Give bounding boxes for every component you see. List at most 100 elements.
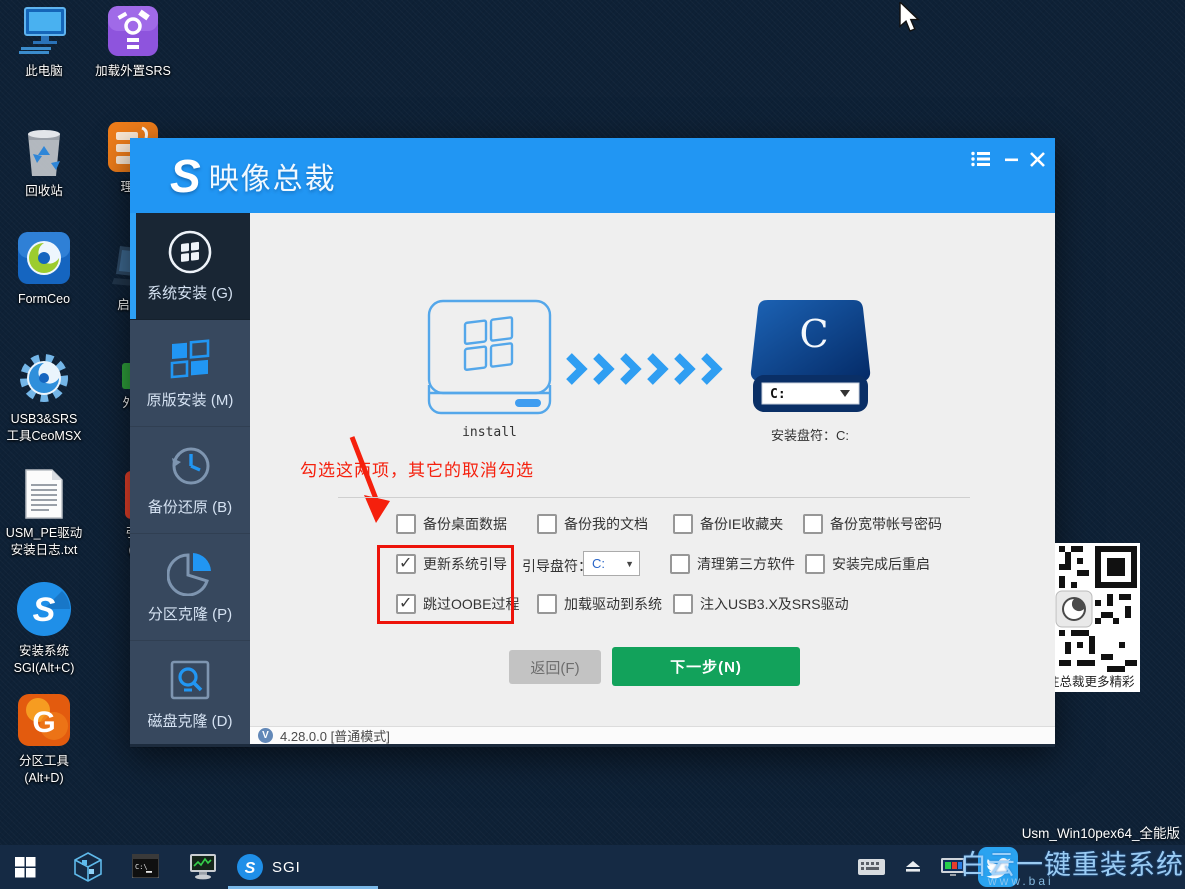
checkbox-box[interactable]: [537, 594, 557, 614]
desktop-icon-usm-log[interactable]: USM_PE驱动 安装日志.txt: [0, 468, 88, 559]
taskbar-monitor-app-icon[interactable]: [188, 852, 218, 880]
target-drive-icon: C C:: [748, 299, 873, 415]
checkbox-box[interactable]: [396, 514, 416, 534]
mouse-cursor: [898, 2, 922, 34]
desktop-icon-formceo[interactable]: FormCeo: [0, 230, 88, 308]
taskbar-sgi-task[interactable]: S SGI: [236, 850, 356, 884]
menu-icon[interactable]: [970, 148, 992, 170]
sidebar-item-label: 系统安装 (G): [130, 282, 250, 303]
gear-tool-icon: [15, 350, 73, 406]
checkbox-reboot-after[interactable]: 安装完成后重启: [805, 554, 930, 574]
app-title: 映像总裁: [209, 154, 337, 198]
target-caption: 安装盘符：C:: [730, 425, 890, 444]
checkbox-label: 清理第三方软件: [697, 554, 795, 574]
desktop-icon-this-pc[interactable]: 此电脑: [0, 6, 88, 80]
checkbox-clean-thirdparty[interactable]: 清理第三方软件: [670, 554, 795, 574]
back-button[interactable]: 返回(F): [509, 650, 601, 684]
next-button[interactable]: 下一步(N): [612, 647, 800, 686]
sgi-circle-icon: S: [15, 580, 73, 638]
checkbox-label: 注入USB3.X及SRS驱动: [700, 594, 849, 614]
keyboard-tray-icon[interactable]: [856, 858, 886, 876]
desktop-icon-label: FormCeo: [0, 291, 88, 308]
desktop-icon-label: (Alt+D): [0, 770, 88, 787]
sidebar-item-label: 原版安装 (M): [130, 389, 250, 410]
desktop-icon-label: 加载外置SRS: [89, 63, 177, 80]
annotation-arrow-icon: [338, 435, 400, 535]
checkbox-label: 备份宽带帐号密码: [830, 514, 942, 534]
desktop-icon-usb3-srs[interactable]: USB3&SRS 工具CeoMSX: [0, 350, 88, 445]
checkbox-box[interactable]: [670, 554, 690, 574]
checkbox-backup-documents[interactable]: 备份我的文档: [537, 514, 648, 534]
formceo-icon: [16, 230, 72, 286]
status-bar: V 4.28.0.0 [普通模式]: [250, 726, 1055, 744]
window-bottom-edge: [130, 744, 1055, 747]
desktop-icon-label: 安装日志.txt: [0, 542, 88, 559]
arrow-chevrons-icon: [565, 353, 730, 385]
svg-text:C:\: C:\: [135, 863, 148, 871]
desktop-icon-recycle-bin[interactable]: 回收站: [0, 126, 88, 200]
qr-caption: 注总裁更多精彩: [1055, 671, 1135, 690]
taskbar-cube-app-icon[interactable]: [72, 851, 104, 883]
section-divider: [338, 497, 970, 498]
desktop-build-watermark: Usm_Win10pex64_全能版: [1008, 822, 1180, 842]
svg-text:C: C: [799, 312, 828, 356]
checkbox-box[interactable]: [673, 594, 693, 614]
text-file-icon: [22, 468, 66, 520]
sidebar-item-partition-clone[interactable]: 分区克隆 (P): [130, 534, 250, 641]
desktop-icon-label: 安装系统: [0, 643, 88, 660]
checkbox-backup-desktop[interactable]: 备份桌面数据: [396, 514, 507, 534]
checkbox-box[interactable]: [805, 554, 825, 574]
minimize-button[interactable]: [1000, 148, 1022, 170]
qr-code-icon: [1055, 546, 1137, 672]
sidebar-item-backup-restore[interactable]: 备份还原 (B): [130, 427, 250, 534]
checkbox-label: 加载驱动到系统: [564, 594, 662, 614]
boot-drive-value: C:: [592, 556, 625, 571]
sidebar-item-label: 分区克隆 (P): [130, 603, 250, 624]
safely-remove-tray-icon[interactable]: [900, 859, 926, 875]
checkbox-box[interactable]: [803, 514, 823, 534]
taskbar-watermark-url: www.bai: [988, 874, 1054, 888]
boot-drive-label: 引导盘符：: [522, 556, 592, 576]
windows-logo-icon: [167, 336, 213, 382]
checkbox-backup-broadband[interactable]: 备份宽带帐号密码: [803, 514, 942, 534]
checkbox-load-drivers[interactable]: 加载驱动到系统: [537, 594, 662, 614]
checkbox-label: 备份我的文档: [564, 514, 648, 534]
desktop-icon-diskgen[interactable]: G 分区工具 (Alt+D): [0, 692, 88, 787]
desktop-icon-label: 此电脑: [0, 63, 88, 80]
history-clock-icon: [167, 443, 213, 489]
svg-text:S: S: [33, 591, 56, 629]
checkbox-label: 安装完成后重启: [832, 554, 930, 574]
desktop-icon-sgi[interactable]: S 安装系统 SGI(Alt+C): [0, 580, 88, 677]
checkbox-inject-usb3-srs[interactable]: 注入USB3.X及SRS驱动: [673, 594, 849, 614]
start-button[interactable]: [12, 855, 38, 879]
checkbox-backup-ie-favorites[interactable]: 备份IE收藏夹: [673, 514, 783, 534]
checkbox-box[interactable]: [537, 514, 557, 534]
desktop-icon-load-srs[interactable]: 加载外置SRS: [89, 6, 177, 80]
svg-text:S: S: [245, 860, 256, 877]
boot-drive-select[interactable]: C: ▼: [583, 551, 640, 576]
app-logo: S 映像总裁: [170, 150, 337, 202]
checkbox-box[interactable]: [673, 514, 693, 534]
title-bar[interactable]: S 映像总裁: [130, 138, 1055, 213]
desktop-icon-label: 回收站: [0, 183, 88, 200]
desktop-icon-label: USM_PE驱动: [0, 525, 88, 542]
sidebar-item-original-install[interactable]: 原版安装 (M): [130, 320, 250, 427]
desktop-icon-label: 工具CeoMSX: [0, 428, 88, 445]
taskbar-cmd-icon[interactable]: C:\: [130, 853, 160, 879]
annotation-text: 勾选这两项，其它的取消勾选: [300, 456, 534, 481]
checkbox-label: 备份桌面数据: [423, 514, 507, 534]
desktop-icon-label: USB3&SRS: [0, 411, 88, 428]
sidebar-item-disk-clone[interactable]: 磁盘克隆 (D): [130, 641, 250, 748]
logo-s-icon: S: [170, 149, 199, 203]
computer-icon: [17, 6, 71, 58]
close-button[interactable]: [1026, 148, 1048, 170]
taskbar-sgi-label: SGI: [272, 859, 301, 876]
target-drive-select-value: C:: [770, 387, 786, 402]
sidebar: 系统安装 (G) 原版安装 (M): [130, 213, 250, 747]
svg-text:G: G: [32, 706, 55, 739]
sgi-app-icon: S: [236, 853, 264, 881]
main-content: install C C:: [250, 213, 1055, 726]
recycle-bin-icon: [20, 126, 68, 178]
sidebar-item-system-install[interactable]: 系统安装 (G): [130, 213, 250, 320]
sidebar-item-label: 备份还原 (B): [130, 496, 250, 517]
